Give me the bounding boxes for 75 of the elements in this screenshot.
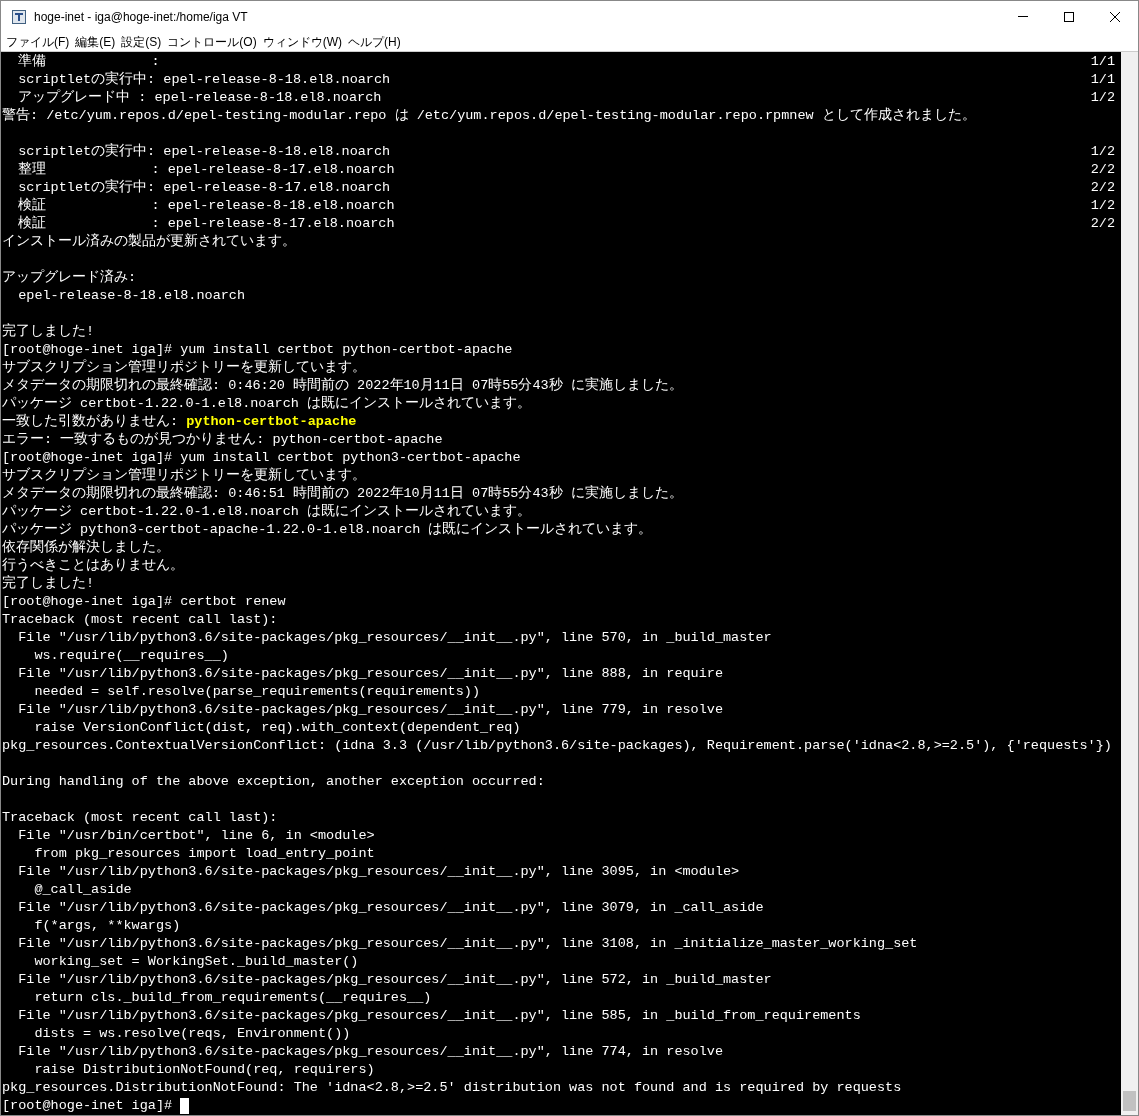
progress-count: 2/2 [1090, 215, 1115, 233]
terminal-line: 準備 : [17, 53, 160, 71]
terminal-line: [root@hoge-inet iga]# certbot renew [2, 593, 286, 611]
terminal-line: File "/usr/lib/python3.6/site-packages/pkg_resources/__init__.py", line 572, in _build_master [17, 971, 772, 989]
terminal-line: File "/usr/bin/certbot", line 6, in <module> [17, 827, 375, 845]
progress-count: 2/2 [1090, 161, 1115, 179]
terminal-line: dists = ws.resolve(reqs, Environment()) [33, 1025, 351, 1043]
terminal-line: 完了しました! [2, 323, 95, 341]
terminal-line: File "/usr/lib/python3.6/site-packages/pkg_resources/__init__.py", line 779, in resolve [17, 701, 724, 719]
terminal-line: 行うべきことはありません。 [2, 557, 184, 575]
progress-count: 1/1 [1090, 53, 1115, 71]
terminal-line: Traceback (most recent call last): [2, 809, 278, 827]
terminal-line: 検証 : epel-release-8-18.el8.noarch [17, 197, 395, 215]
terminal-line: 検証 : epel-release-8-17.el8.noarch [17, 215, 395, 233]
menu-item[interactable]: ヘルプ(H) [348, 32, 401, 51]
terminal-app-icon [12, 9, 26, 24]
terminal-line: File "/usr/lib/python3.6/site-packages/pkg_resources/__init__.py", line 3108, in _initialize_master_working_set [17, 935, 918, 953]
terminal-line: エラー: 一致するものが見つかりません: python-certbot-apache [2, 431, 443, 449]
terminal-line: 警告: /etc/yum.repos.d/epel-testing-modular.repo は /etc/yum.repos.d/epel-testing-modular.repo.rpmnew として作成されました。 [2, 107, 976, 125]
terminal-line: アップグレード済み: [2, 269, 137, 287]
terminal-line: pkg_resources.ContextualVersionConflict: (idna 3.3 (/usr/lib/python3.6/site-packages), Requirement.parse('idna<2.8,>=2.5'), {'requests'}) [2, 737, 1112, 755]
terminal-line: パッケージ certbot-1.22.0-1.el8.noarch は既にインストールされています。 [2, 503, 531, 521]
terminal-line: File "/usr/lib/python3.6/site-packages/pkg_resources/__init__.py", line 585, in _build_from_requirements [17, 1007, 861, 1025]
terminal-line: アップグレード中 : epel-release-8-18.el8.noarch [17, 89, 382, 107]
minimize-icon [1018, 16, 1028, 17]
terminal-line: 一致した引数がありません: python-certbot-apache [2, 413, 357, 431]
terminal-line: [root@hoge-inet iga]# yum install certbot python3-certbot-apache [2, 449, 521, 467]
terminal-line: epel-release-8-18.el8.noarch [17, 287, 246, 305]
progress-count: 1/2 [1090, 197, 1115, 215]
maximize-icon [1064, 11, 1074, 22]
menu-item[interactable]: 編集(E) [75, 32, 116, 51]
terminal-line: scriptletの実行中: epel-release-8-17.el8.noarch [17, 179, 391, 197]
terminal-line: 整理 : epel-release-8-17.el8.noarch [17, 161, 395, 179]
terminal-line: File "/usr/lib/python3.6/site-packages/pkg_resources/__init__.py", line 570, in _build_master [17, 629, 772, 647]
terminal-line: working_set = WorkingSet._build_master() [33, 953, 359, 971]
scrollbar[interactable] [1121, 52, 1138, 1115]
progress-count: 1/2 [1090, 89, 1115, 107]
terminal-line: File "/usr/lib/python3.6/site-packages/pkg_resources/__init__.py", line 3079, in _call_aside [17, 899, 764, 917]
terminal-line: メタデータの期限切れの最終確認: 0:46:51 時間前の 2022年10月11日 07時55分43秒 に実施しました。 [2, 485, 683, 503]
terminal-line: 依存関係が解決しました。 [2, 539, 170, 557]
terminal-line: メタデータの期限切れの最終確認: 0:46:20 時間前の 2022年10月11日 07時55分43秒 に実施しました。 [2, 377, 683, 395]
terminal-line: During handling of the above exception, another exception occurred: [2, 773, 545, 791]
terminal-line: パッケージ certbot-1.22.0-1.el8.noarch は既にインストールされています。 [2, 395, 531, 413]
menu-item[interactable]: ファイル(F) [6, 32, 70, 51]
terminal-line: Traceback (most recent call last): [2, 611, 278, 629]
progress-count: 1/2 [1090, 143, 1115, 161]
terminal-line: サブスクリプション管理リポジトリーを更新しています。 [2, 359, 366, 377]
prompt-line: [root@hoge-inet iga]# [2, 1097, 174, 1115]
terminal-line: 完了しました! [2, 575, 95, 593]
terminal-line: from pkg_resources import load_entry_point [33, 845, 375, 863]
menu-item[interactable]: 設定(S) [121, 32, 162, 51]
terminal-line: needed = self.resolve(parse_requirements(requirements)) [33, 683, 480, 701]
scrollbar-thumb[interactable] [1123, 1091, 1136, 1111]
terminal-line: raise VersionConflict(dist, req).with_context(dependent_req) [33, 719, 521, 737]
progress-count: 2/2 [1090, 179, 1115, 197]
terminal-line: ws.require(__requires__) [33, 647, 229, 665]
terminal-line: File "/usr/lib/python3.6/site-packages/pkg_resources/__init__.py", line 3095, in <module> [17, 863, 740, 881]
close-icon [1110, 11, 1120, 22]
progress-count: 1/1 [1090, 71, 1115, 89]
terminal-line: サブスクリプション管理リポジトリーを更新しています。 [2, 467, 366, 485]
menu-item[interactable]: ウィンドウ(W) [262, 32, 342, 51]
terminal-line: f(*args, **kwargs) [33, 917, 181, 935]
terminal-line: scriptletの実行中: epel-release-8-18.el8.noarch [17, 143, 391, 161]
terminal-line: scriptletの実行中: epel-release-8-18.el8.noarch [17, 71, 391, 89]
terminal-line: インストール済みの製品が更新されています。 [2, 233, 296, 251]
terminal-line: raise DistributionNotFound(req, requirers) [33, 1061, 375, 1079]
terminal-line: File "/usr/lib/python3.6/site-packages/pkg_resources/__init__.py", line 888, in require [17, 665, 724, 683]
terminal-line: return cls._build_from_requirements(__requires__) [33, 989, 432, 1007]
menu-item[interactable]: コントロール(O) [167, 32, 257, 51]
terminal-line: File "/usr/lib/python3.6/site-packages/pkg_resources/__init__.py", line 774, in resolve [17, 1043, 724, 1061]
window-title: hoge-inet - iga@hoge-inet:/home/iga VT [34, 8, 248, 26]
terminal-line: [root@hoge-inet iga]# yum install certbot python-certbot-apache [2, 341, 513, 359]
terminal-line: パッケージ python3-certbot-apache-1.22.0-1.el8.noarch は既にインストールされています。 [2, 521, 653, 539]
terminal-line: @_call_aside [33, 881, 132, 899]
terminal-line: pkg_resources.DistributionNotFound: The 'idna<2.8,>=2.5' distribution was not found and is required by requests [2, 1079, 902, 1097]
